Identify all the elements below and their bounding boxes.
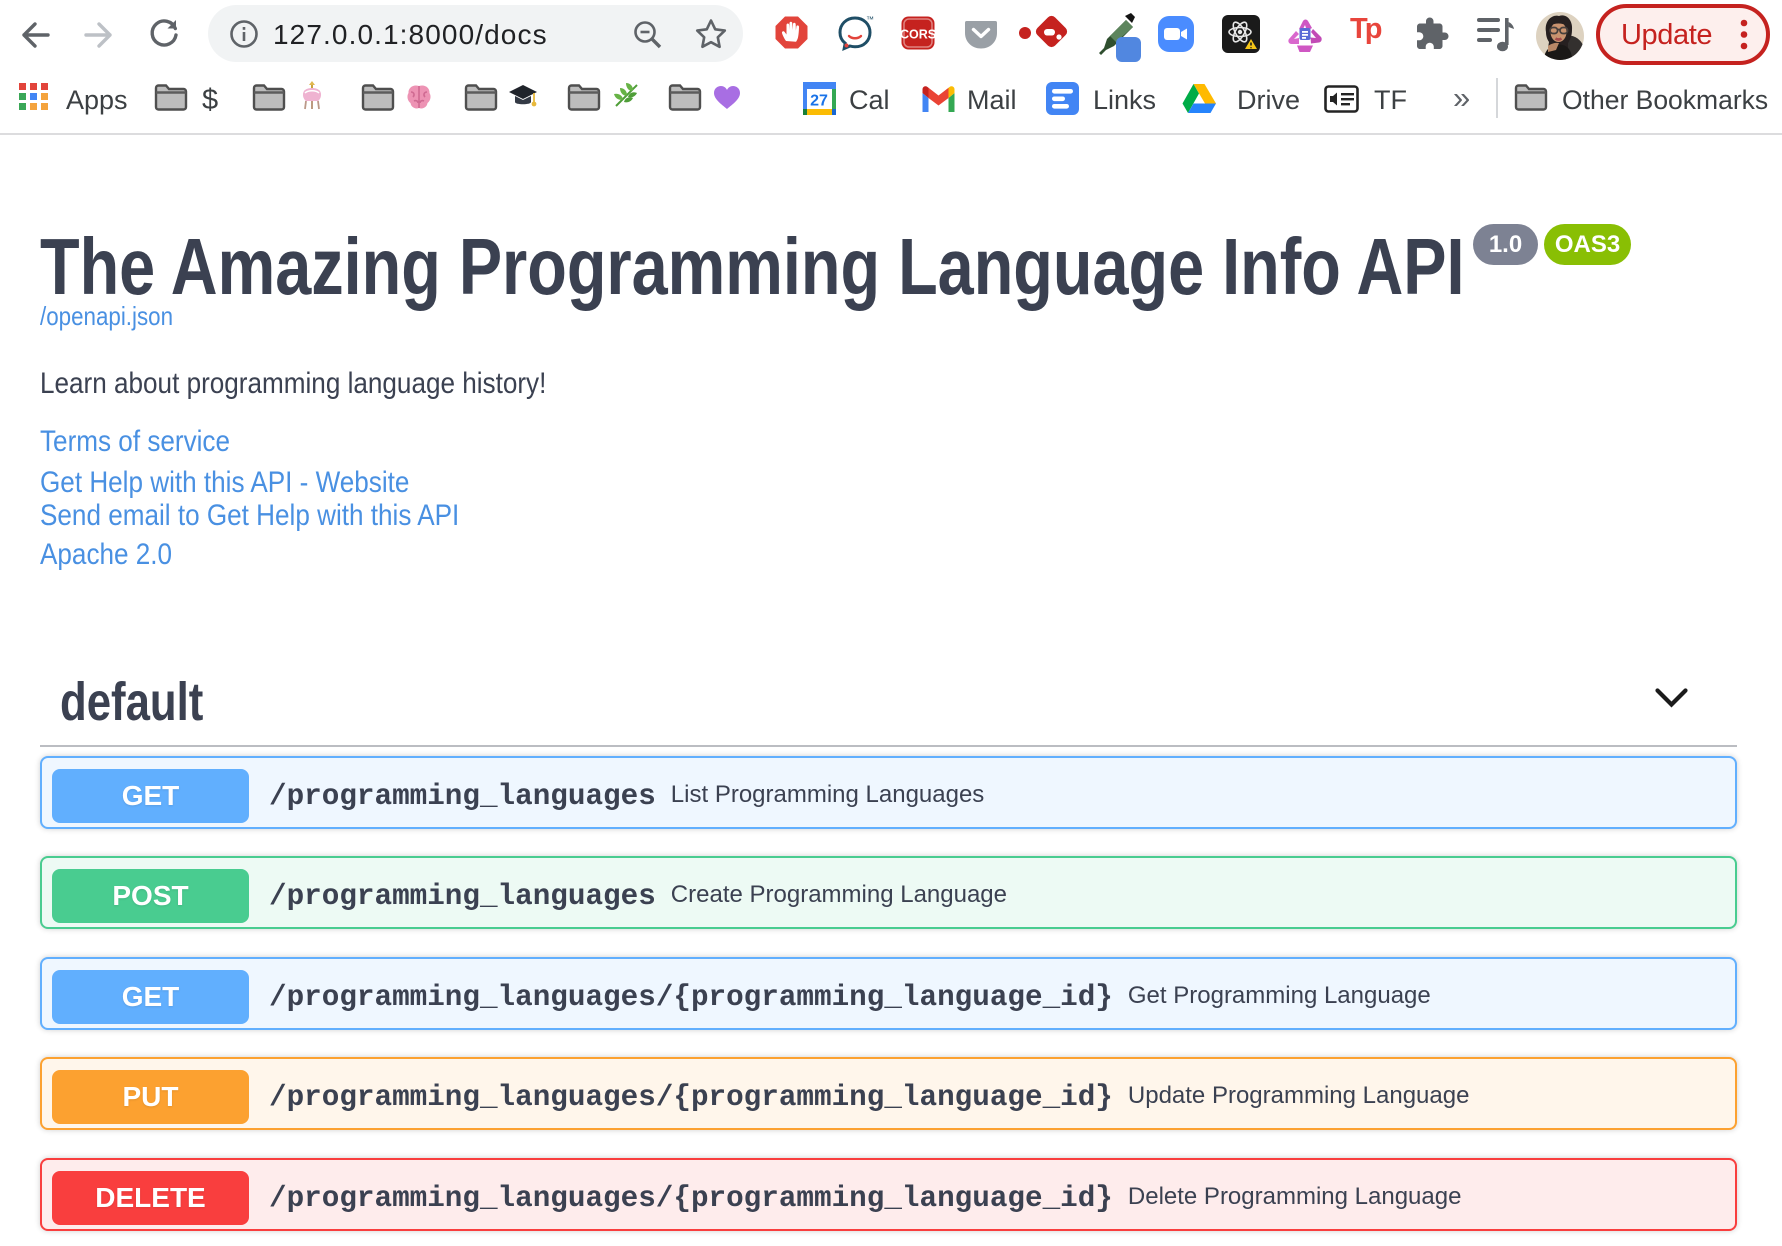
svg-text:™: ™ [866,15,874,24]
svg-text:CORS: CORS [901,28,935,42]
svg-text:27: 27 [810,93,828,110]
